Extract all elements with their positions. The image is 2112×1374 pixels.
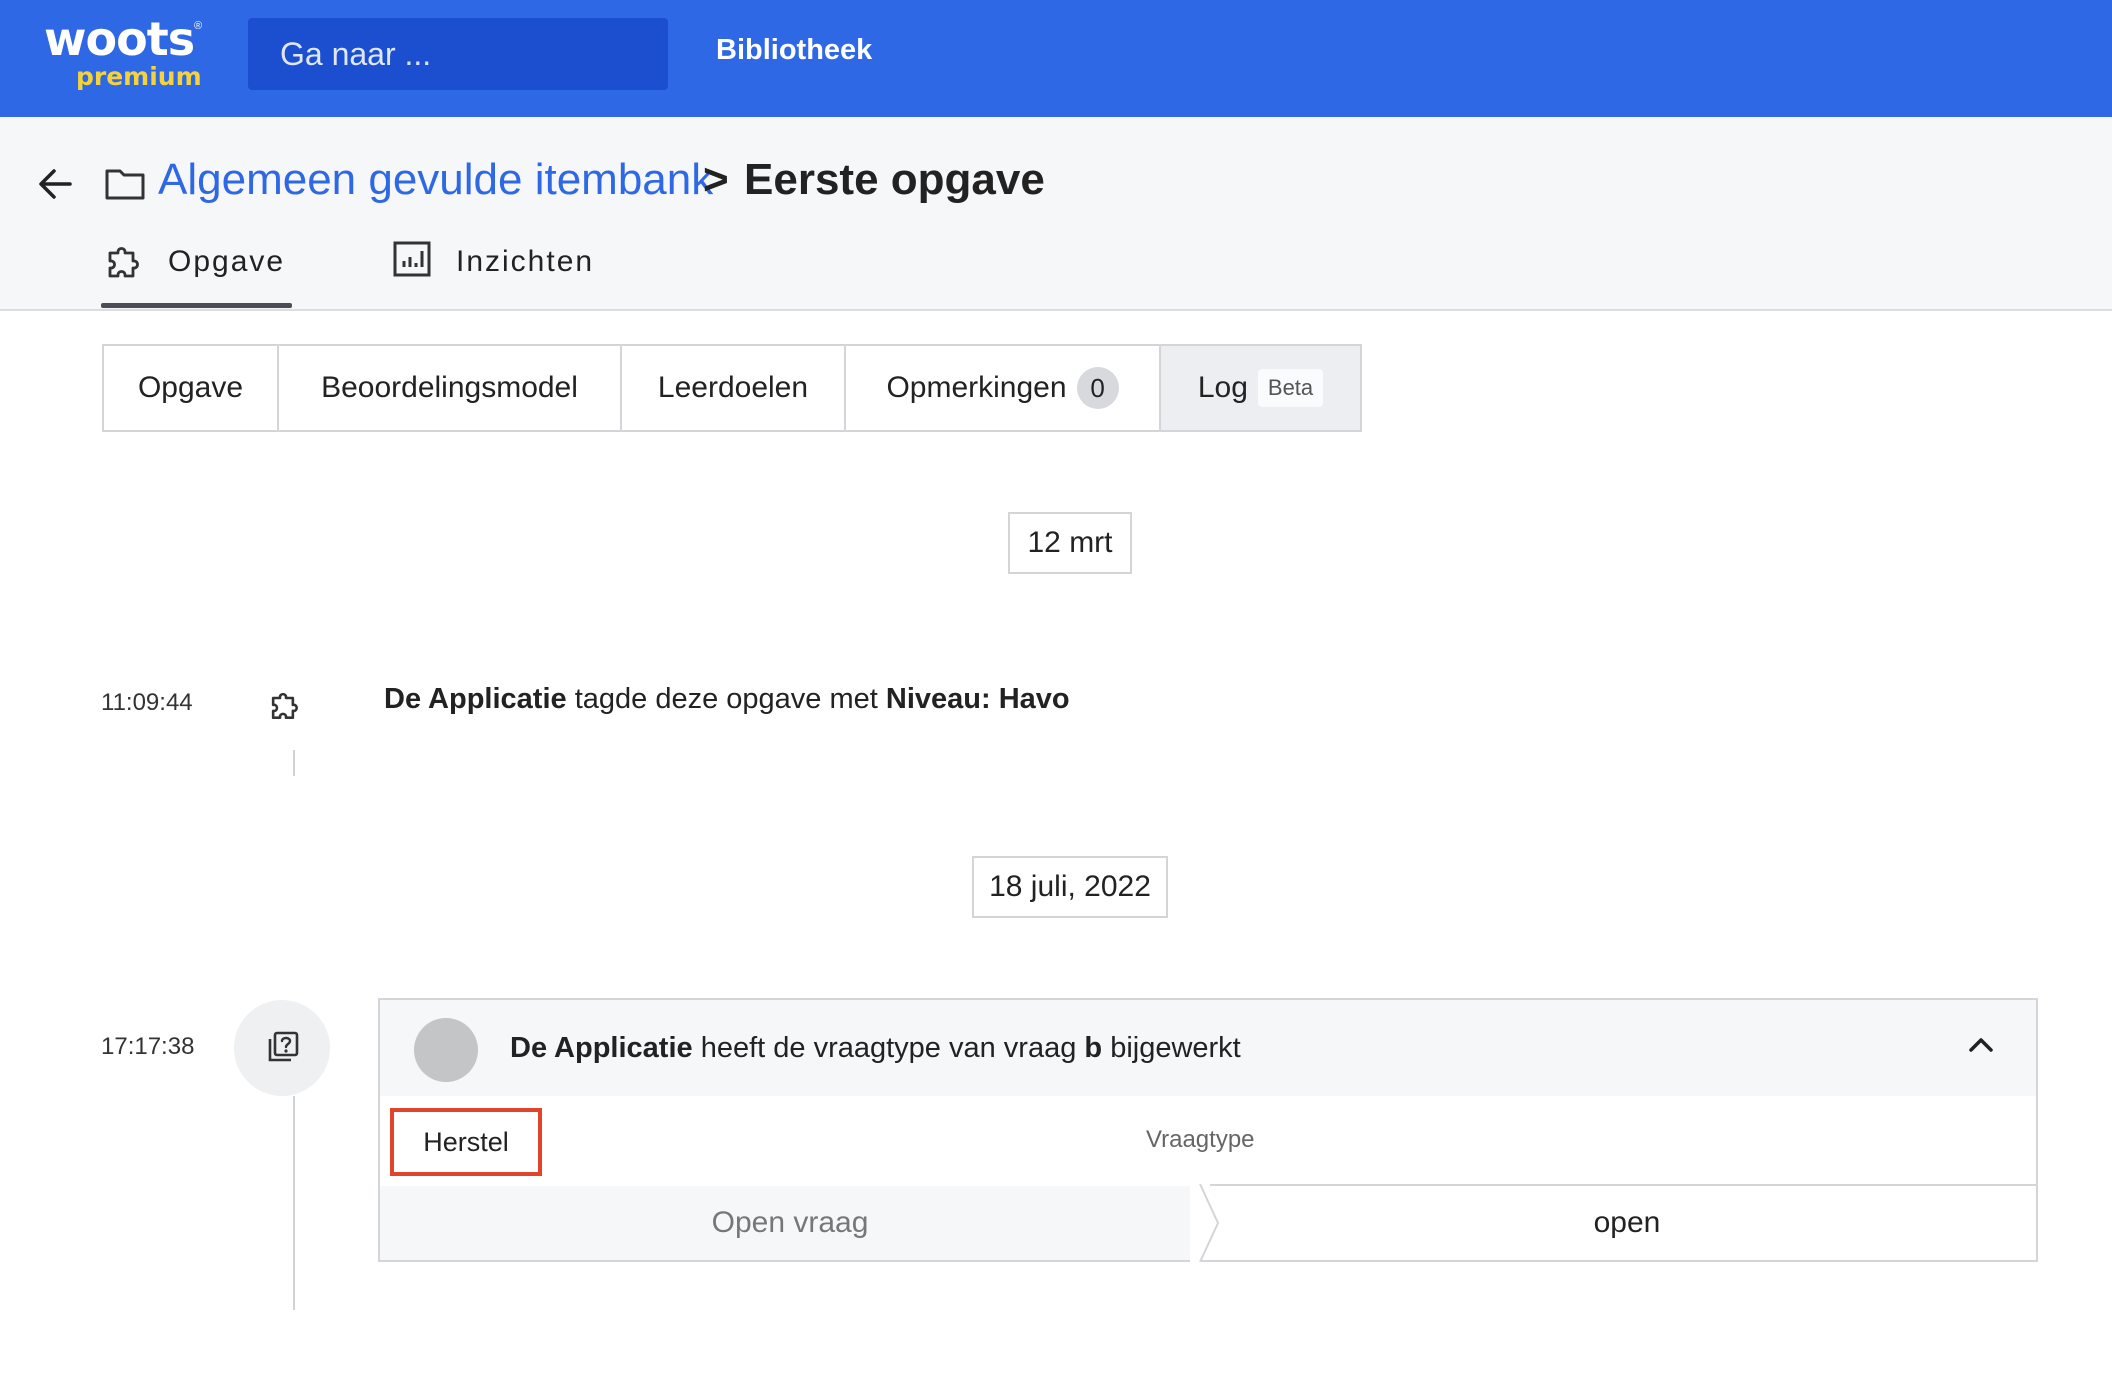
diff-new-value: open: [1593, 1206, 1661, 1239]
question-copy-icon: [268, 1031, 299, 1062]
diff-arrow-icon: [1190, 1184, 1220, 1262]
segtab-leerdoelen[interactable]: Leerdoelen: [622, 346, 846, 430]
logo-registered-mark: ®: [194, 20, 203, 32]
timeline-line: [293, 1096, 295, 1310]
entry-action: tagde deze opgave met: [574, 683, 878, 715]
folder-icon: [105, 169, 145, 200]
page-header: Algemeen gevulde itembank > Eerste opgav…: [0, 117, 2112, 311]
segtab-opgave[interactable]: Opgave: [104, 346, 279, 430]
entry-action-suffix: bijgewerkt: [1110, 1032, 1241, 1064]
entry-question: b: [1084, 1032, 1103, 1064]
entry-tag: Niveau: Havo: [885, 683, 1070, 715]
opmerkingen-count-badge: 0: [1076, 367, 1119, 409]
puzzle-icon: [271, 692, 298, 719]
entry-action: heeft de vraagtype van vraag: [700, 1032, 1077, 1064]
diff-column-header: Vraagtype: [1146, 1126, 1255, 1153]
tab-opgave-label: Opgave: [168, 245, 286, 278]
entry-actor: De Applicatie: [384, 683, 567, 715]
log-entry-card: De Applicatie heeft de vraagtype van vra…: [378, 998, 2038, 1262]
entry-actor: De Applicatie: [510, 1032, 693, 1064]
date-separator: 18 juli, 2022: [972, 856, 1168, 918]
diff-old-value: Open vraag: [380, 1186, 1200, 1260]
chart-icon: [393, 241, 431, 277]
entry-time: 11:09:44: [101, 689, 193, 716]
segtab-leerdoelen-label: Leerdoelen: [657, 371, 809, 404]
woots-logo[interactable]: woots ® premium: [44, 12, 214, 92]
segtab-opmerkingen-label: Opmerkingen: [886, 371, 1067, 404]
date-separator: 12 mrt: [1008, 512, 1132, 574]
breadcrumb-folder-link[interactable]: Algemeen gevulde itembank: [158, 155, 713, 205]
search-input[interactable]: Ga naar ...: [248, 18, 668, 90]
page-title: Eerste opgave: [744, 155, 1045, 204]
card-header[interactable]: De Applicatie heeft de vraagtype van vra…: [380, 1000, 2036, 1096]
restore-button[interactable]: Herstel: [390, 1108, 542, 1176]
segtab-opgave-label: Opgave: [137, 371, 244, 404]
logo-text: woots: [44, 12, 195, 66]
timeline-line: [293, 750, 295, 776]
back-arrow-icon[interactable]: [36, 165, 74, 203]
avatar: [414, 1018, 478, 1082]
logo-subtext: premium: [76, 62, 202, 91]
breadcrumb-separator: >: [703, 155, 729, 204]
tab-inzichten[interactable]: Inzichten: [392, 239, 652, 295]
segment-tabs: Opgave Beoordelingsmodel Leerdoelen Opme…: [102, 344, 1362, 432]
card-title: De Applicatie heeft de vraagtype van vra…: [510, 1032, 1241, 1065]
tab-inzichten-label: Inzichten: [456, 245, 595, 278]
segtab-beoordelingsmodel[interactable]: Beoordelingsmodel: [279, 346, 622, 430]
chevron-up-icon[interactable]: [1966, 1030, 1996, 1060]
puzzle-icon: [108, 247, 139, 278]
tab-opgave[interactable]: Opgave: [104, 239, 292, 295]
entry-time: 17:17:38: [101, 1033, 195, 1060]
top-navbar: woots ® premium Ga naar ... Bibliotheek: [0, 0, 2112, 117]
segtab-log-label: Log: [1197, 371, 1248, 404]
nav-link-bibliotheek[interactable]: Bibliotheek: [716, 34, 872, 67]
segtab-opmerkingen[interactable]: Opmerkingen 0: [846, 346, 1161, 430]
active-tab-indicator: [101, 303, 292, 308]
beta-badge: Beta: [1257, 369, 1324, 407]
log-entry-text: De Applicatie tagde deze opgave met Nive…: [384, 683, 1070, 716]
segtab-beoordelingsmodel-label: Beoordelingsmodel: [321, 371, 578, 404]
segtab-log[interactable]: Log Beta: [1161, 346, 1360, 430]
